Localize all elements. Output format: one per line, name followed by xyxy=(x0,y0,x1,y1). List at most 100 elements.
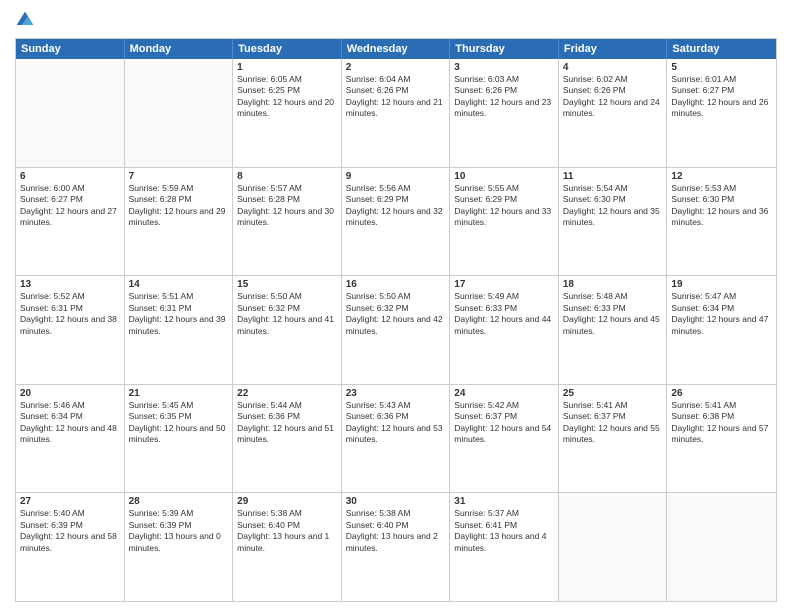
calendar-cell: 20Sunrise: 5:46 AMSunset: 6:34 PMDayligh… xyxy=(16,385,125,493)
day-number: 7 xyxy=(129,171,229,182)
day-number: 18 xyxy=(563,279,663,290)
day-number: 24 xyxy=(454,388,554,399)
calendar-cell: 9Sunrise: 5:56 AMSunset: 6:29 PMDaylight… xyxy=(342,168,451,276)
calendar-cell: 1Sunrise: 6:05 AMSunset: 6:25 PMDaylight… xyxy=(233,59,342,167)
calendar-week-1: 1Sunrise: 6:05 AMSunset: 6:25 PMDaylight… xyxy=(16,59,776,168)
calendar-cell: 30Sunrise: 5:38 AMSunset: 6:40 PMDayligh… xyxy=(342,493,451,601)
day-number: 22 xyxy=(237,388,337,399)
header-cell-saturday: Saturday xyxy=(667,39,776,59)
day-info: Sunrise: 5:45 AMSunset: 6:35 PMDaylight:… xyxy=(129,400,229,446)
calendar-cell: 13Sunrise: 5:52 AMSunset: 6:31 PMDayligh… xyxy=(16,276,125,384)
calendar-cell: 12Sunrise: 5:53 AMSunset: 6:30 PMDayligh… xyxy=(667,168,776,276)
day-info: Sunrise: 6:02 AMSunset: 6:26 PMDaylight:… xyxy=(563,74,663,120)
header-cell-friday: Friday xyxy=(559,39,668,59)
day-info: Sunrise: 5:52 AMSunset: 6:31 PMDaylight:… xyxy=(20,291,120,337)
calendar-cell: 16Sunrise: 5:50 AMSunset: 6:32 PMDayligh… xyxy=(342,276,451,384)
calendar-cell: 29Sunrise: 5:38 AMSunset: 6:40 PMDayligh… xyxy=(233,493,342,601)
calendar-week-2: 6Sunrise: 6:00 AMSunset: 6:27 PMDaylight… xyxy=(16,168,776,277)
day-info: Sunrise: 5:41 AMSunset: 6:37 PMDaylight:… xyxy=(563,400,663,446)
day-info: Sunrise: 5:37 AMSunset: 6:41 PMDaylight:… xyxy=(454,508,554,554)
logo-icon xyxy=(15,10,35,30)
day-number: 13 xyxy=(20,279,120,290)
day-info: Sunrise: 5:53 AMSunset: 6:30 PMDaylight:… xyxy=(671,183,772,229)
header-cell-wednesday: Wednesday xyxy=(342,39,451,59)
calendar-week-3: 13Sunrise: 5:52 AMSunset: 6:31 PMDayligh… xyxy=(16,276,776,385)
calendar-header: SundayMondayTuesdayWednesdayThursdayFrid… xyxy=(16,39,776,59)
calendar-week-4: 20Sunrise: 5:46 AMSunset: 6:34 PMDayligh… xyxy=(16,385,776,494)
day-number: 20 xyxy=(20,388,120,399)
day-info: Sunrise: 5:59 AMSunset: 6:28 PMDaylight:… xyxy=(129,183,229,229)
calendar-cell: 25Sunrise: 5:41 AMSunset: 6:37 PMDayligh… xyxy=(559,385,668,493)
day-info: Sunrise: 5:42 AMSunset: 6:37 PMDaylight:… xyxy=(454,400,554,446)
day-number: 2 xyxy=(346,62,446,73)
day-number: 17 xyxy=(454,279,554,290)
day-info: Sunrise: 5:57 AMSunset: 6:28 PMDaylight:… xyxy=(237,183,337,229)
day-info: Sunrise: 5:40 AMSunset: 6:39 PMDaylight:… xyxy=(20,508,120,554)
day-number: 15 xyxy=(237,279,337,290)
calendar-cell: 15Sunrise: 5:50 AMSunset: 6:32 PMDayligh… xyxy=(233,276,342,384)
day-number: 8 xyxy=(237,171,337,182)
calendar-cell: 18Sunrise: 5:48 AMSunset: 6:33 PMDayligh… xyxy=(559,276,668,384)
day-info: Sunrise: 6:04 AMSunset: 6:26 PMDaylight:… xyxy=(346,74,446,120)
day-info: Sunrise: 5:39 AMSunset: 6:39 PMDaylight:… xyxy=(129,508,229,554)
day-number: 10 xyxy=(454,171,554,182)
calendar-cell: 14Sunrise: 5:51 AMSunset: 6:31 PMDayligh… xyxy=(125,276,234,384)
calendar-cell: 23Sunrise: 5:43 AMSunset: 6:36 PMDayligh… xyxy=(342,385,451,493)
header-cell-tuesday: Tuesday xyxy=(233,39,342,59)
calendar-cell: 5Sunrise: 6:01 AMSunset: 6:27 PMDaylight… xyxy=(667,59,776,167)
day-number: 21 xyxy=(129,388,229,399)
day-number: 27 xyxy=(20,496,120,507)
calendar-cell xyxy=(16,59,125,167)
day-info: Sunrise: 5:50 AMSunset: 6:32 PMDaylight:… xyxy=(346,291,446,337)
header-cell-thursday: Thursday xyxy=(450,39,559,59)
calendar-cell: 11Sunrise: 5:54 AMSunset: 6:30 PMDayligh… xyxy=(559,168,668,276)
calendar-cell: 21Sunrise: 5:45 AMSunset: 6:35 PMDayligh… xyxy=(125,385,234,493)
day-number: 26 xyxy=(671,388,772,399)
calendar-cell: 6Sunrise: 6:00 AMSunset: 6:27 PMDaylight… xyxy=(16,168,125,276)
day-number: 14 xyxy=(129,279,229,290)
day-info: Sunrise: 5:54 AMSunset: 6:30 PMDaylight:… xyxy=(563,183,663,229)
calendar-week-5: 27Sunrise: 5:40 AMSunset: 6:39 PMDayligh… xyxy=(16,493,776,601)
day-number: 16 xyxy=(346,279,446,290)
day-info: Sunrise: 5:55 AMSunset: 6:29 PMDaylight:… xyxy=(454,183,554,229)
calendar-cell: 3Sunrise: 6:03 AMSunset: 6:26 PMDaylight… xyxy=(450,59,559,167)
day-info: Sunrise: 6:05 AMSunset: 6:25 PMDaylight:… xyxy=(237,74,337,120)
day-info: Sunrise: 5:43 AMSunset: 6:36 PMDaylight:… xyxy=(346,400,446,446)
calendar-cell: 26Sunrise: 5:41 AMSunset: 6:38 PMDayligh… xyxy=(667,385,776,493)
calendar-cell: 24Sunrise: 5:42 AMSunset: 6:37 PMDayligh… xyxy=(450,385,559,493)
day-number: 29 xyxy=(237,496,337,507)
day-number: 25 xyxy=(563,388,663,399)
day-info: Sunrise: 6:00 AMSunset: 6:27 PMDaylight:… xyxy=(20,183,120,229)
day-number: 23 xyxy=(346,388,446,399)
header xyxy=(15,10,777,30)
calendar-cell: 8Sunrise: 5:57 AMSunset: 6:28 PMDaylight… xyxy=(233,168,342,276)
header-cell-monday: Monday xyxy=(125,39,234,59)
calendar-cell: 28Sunrise: 5:39 AMSunset: 6:39 PMDayligh… xyxy=(125,493,234,601)
calendar-cell: 27Sunrise: 5:40 AMSunset: 6:39 PMDayligh… xyxy=(16,493,125,601)
day-info: Sunrise: 5:46 AMSunset: 6:34 PMDaylight:… xyxy=(20,400,120,446)
page: SundayMondayTuesdayWednesdayThursdayFrid… xyxy=(0,0,792,612)
day-info: Sunrise: 5:38 AMSunset: 6:40 PMDaylight:… xyxy=(346,508,446,554)
header-cell-sunday: Sunday xyxy=(16,39,125,59)
calendar-cell: 31Sunrise: 5:37 AMSunset: 6:41 PMDayligh… xyxy=(450,493,559,601)
logo xyxy=(15,10,37,30)
calendar-cell: 2Sunrise: 6:04 AMSunset: 6:26 PMDaylight… xyxy=(342,59,451,167)
day-number: 4 xyxy=(563,62,663,73)
calendar-cell: 10Sunrise: 5:55 AMSunset: 6:29 PMDayligh… xyxy=(450,168,559,276)
day-info: Sunrise: 5:51 AMSunset: 6:31 PMDaylight:… xyxy=(129,291,229,337)
day-info: Sunrise: 5:47 AMSunset: 6:34 PMDaylight:… xyxy=(671,291,772,337)
day-info: Sunrise: 5:48 AMSunset: 6:33 PMDaylight:… xyxy=(563,291,663,337)
day-number: 5 xyxy=(671,62,772,73)
day-info: Sunrise: 5:38 AMSunset: 6:40 PMDaylight:… xyxy=(237,508,337,554)
day-info: Sunrise: 6:03 AMSunset: 6:26 PMDaylight:… xyxy=(454,74,554,120)
day-info: Sunrise: 5:41 AMSunset: 6:38 PMDaylight:… xyxy=(671,400,772,446)
calendar-cell: 4Sunrise: 6:02 AMSunset: 6:26 PMDaylight… xyxy=(559,59,668,167)
day-info: Sunrise: 5:56 AMSunset: 6:29 PMDaylight:… xyxy=(346,183,446,229)
day-info: Sunrise: 5:50 AMSunset: 6:32 PMDaylight:… xyxy=(237,291,337,337)
day-number: 11 xyxy=(563,171,663,182)
calendar-cell xyxy=(667,493,776,601)
calendar-cell: 17Sunrise: 5:49 AMSunset: 6:33 PMDayligh… xyxy=(450,276,559,384)
day-number: 19 xyxy=(671,279,772,290)
calendar-body: 1Sunrise: 6:05 AMSunset: 6:25 PMDaylight… xyxy=(16,59,776,601)
day-number: 12 xyxy=(671,171,772,182)
